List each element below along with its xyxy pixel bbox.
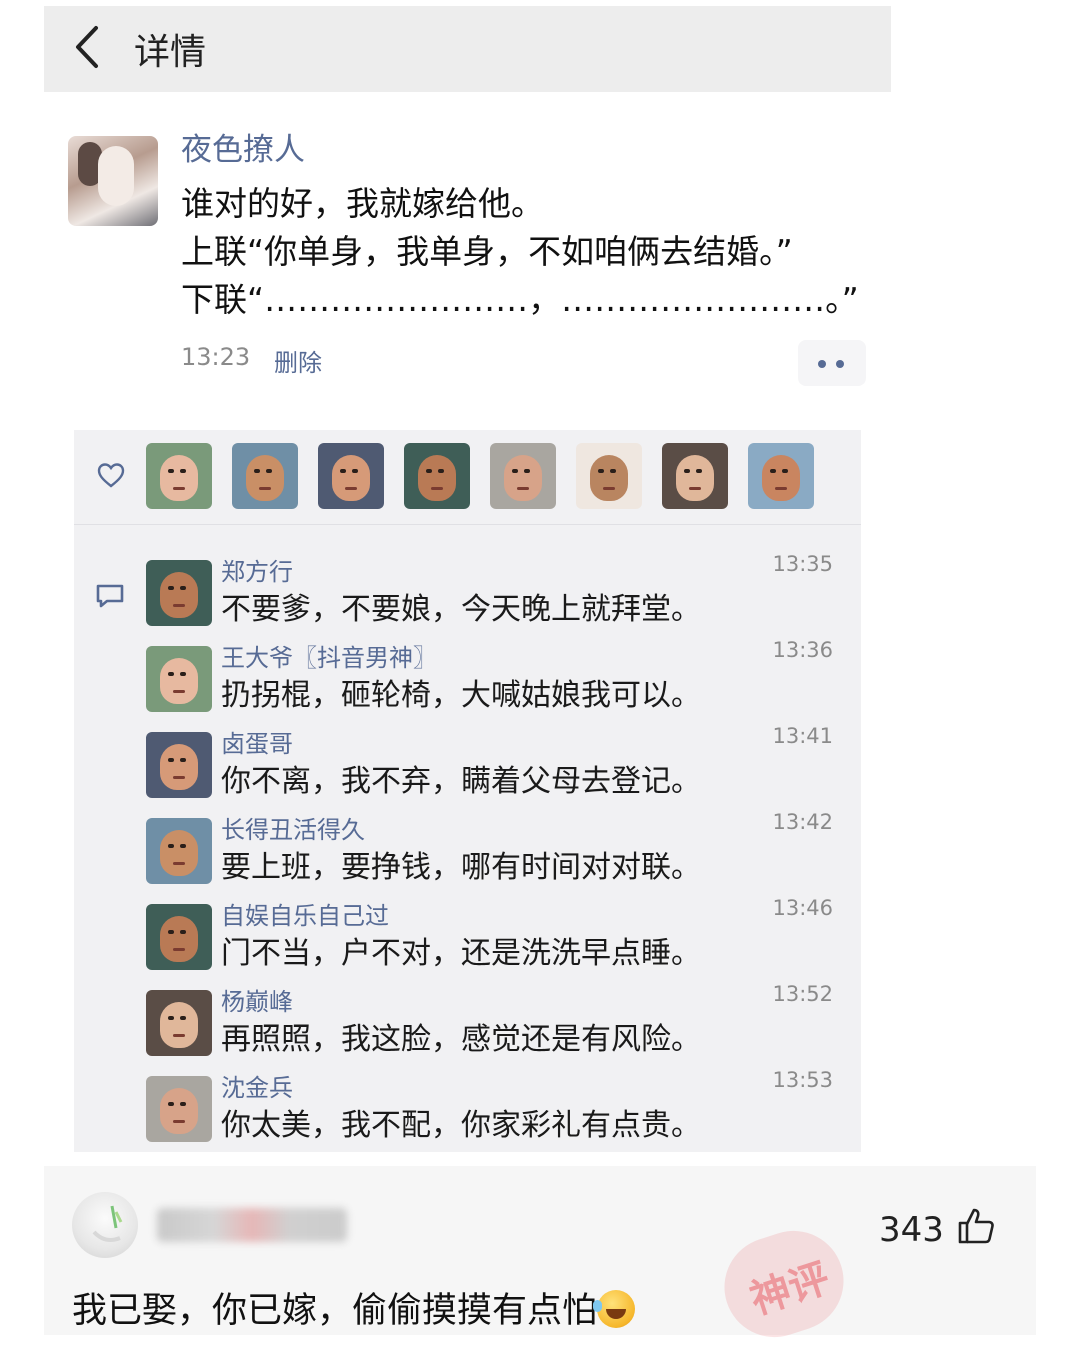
commenter-avatar[interactable] [146,818,212,884]
comment-row[interactable]: 自娱自乐自己过门不当，户不对，还是洗洗早点睡。 13:46 [146,896,851,982]
post-line: 下联“……………………，……………………。” [181,280,859,319]
comment-text: 不要爹，不要娘，今天晚上就拜堂。 [221,592,701,627]
likes-row [74,430,861,524]
like-avatar-6[interactable] [576,443,642,509]
commenter-name[interactable]: 郑方行 [221,552,293,587]
commenter-name[interactable]: 长得丑活得久 [221,810,365,845]
comment-icon [96,584,124,608]
comment-time: 13:53 [772,1068,833,1092]
author-avatar[interactable] [68,136,158,226]
commenter-avatar[interactable] [146,560,212,626]
commenter-avatar[interactable] [146,732,212,798]
hot-comment-content: 我已娶，你已嫁，偷偷摸摸有点怕 [72,1291,598,1331]
comment-text: 你太美，我不配，你家彩礼有点贵。 [221,1108,701,1143]
comment-row[interactable]: 卤蛋哥你不离，我不弃，瞒着父母去登记。 13:41 [146,724,851,810]
post-text: 谁对的好，我就嫁给他。 上联“你单身，我单身，不如咱俩去结婚。” 下联“…………… [181,180,861,324]
like-avatar-5[interactable] [490,443,556,509]
commenter-name[interactable]: 自娱自乐自己过 [221,896,389,931]
laughing-emoji-icon [593,1290,636,1328]
like-count: 343 [879,1210,944,1250]
comment-row[interactable]: 沈金兵你太美，我不配，你家彩礼有点贵。 13:53 [146,1068,851,1154]
comment-time: 13:35 [772,552,833,576]
stamp-text: 神评 [744,1255,836,1324]
comment-row[interactable]: 杨巅峰再照照，我这脸，感觉还是有风险。 13:52 [146,982,851,1068]
comment-time: 13:42 [772,810,833,834]
interactions-panel: 郑方行不要爹，不要娘，今天晚上就拜堂。 13:35 王大爷〖抖音男神〗扔拐棍，砸轮椅… [74,430,861,1152]
like-avatar-7[interactable] [662,443,728,509]
comment-text: 再照照，我这脸，感觉还是有风险。 [221,1022,701,1057]
like-avatar-3[interactable] [318,443,384,509]
hot-comment-stamp: 神评 [711,1217,857,1350]
commenter-avatar[interactable] [72,1192,138,1258]
author-name[interactable]: 夜色撩人 [181,124,305,169]
post-line: 谁对的好，我就嫁给他。 [181,184,544,223]
heart-icon [97,463,125,488]
comment-time: 13:52 [772,982,833,1006]
commenter-avatar[interactable] [146,990,212,1056]
comment-time: 13:41 [772,724,833,748]
comment-time: 13:36 [772,638,833,662]
comment-row[interactable]: 长得丑活得久要上班，要挣钱，哪有时间对对联。 13:42 [146,810,851,896]
page-title: 详情 [134,32,207,73]
dot-icon [836,360,844,368]
moments-detail-card: 详情 夜色撩人 谁对的好，我就嫁给他。 上联“你单身，我单身，不如咱俩去结婚。”… [44,6,891,1166]
commenter-avatar[interactable] [146,1076,212,1142]
commenter-name[interactable]: 沈金兵 [221,1068,293,1103]
comment-row[interactable]: 郑方行不要爹，不要娘，今天晚上就拜堂。 13:35 [146,552,851,638]
back-arrow-icon[interactable] [70,22,104,72]
like-avatar-8[interactable] [748,443,814,509]
thumbs-up-icon[interactable] [956,1206,996,1246]
more-options-button[interactable] [798,340,866,386]
comment-text: 要上班，要挣钱，哪有时间对对联。 [221,850,701,885]
divider [74,524,861,525]
comment-row[interactable]: 王大爷〖抖音男神〗扔拐棍，砸轮椅，大喊姑娘我可以。 13:36 [146,638,851,724]
hot-comment-section: 343 我已娶，你已嫁，偷偷摸摸有点怕 神评 [44,1166,1036,1350]
commenter-avatar[interactable] [146,904,212,970]
dot-icon [818,360,826,368]
commenter-name[interactable]: 王大爷〖抖音男神〗 [221,638,437,673]
like-avatar-2[interactable] [232,443,298,509]
comment-time: 13:46 [772,896,833,920]
delete-link[interactable]: 删除 [274,343,322,378]
commenter-name[interactable]: 卤蛋哥 [221,724,293,759]
comment-text: 扔拐棍，砸轮椅，大喊姑娘我可以。 [221,678,701,713]
post-line: 上联“你单身，我单身，不如咱俩去结婚。” [181,232,793,271]
comment-text: 你不离，我不弃，瞒着父母去登记。 [221,764,701,799]
commenter-avatar[interactable] [146,646,212,712]
like-avatar-4[interactable] [404,443,470,509]
commenter-name[interactable]: 杨巅峰 [221,982,293,1017]
like-avatar-1[interactable] [146,443,212,509]
hot-comment-text: 我已娶，你已嫁，偷偷摸摸有点怕 [72,1282,636,1333]
post-time: 13:23 [181,343,251,371]
top-bar: 详情 [44,6,891,92]
blurred-username [157,1208,347,1242]
comment-text: 门不当，户不对，还是洗洗早点睡。 [221,936,701,971]
